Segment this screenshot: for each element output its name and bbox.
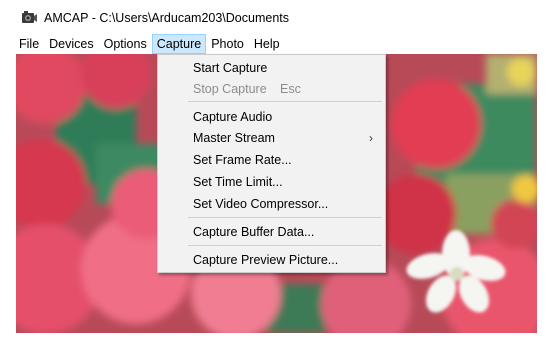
menu-options[interactable]: Options xyxy=(99,34,152,54)
chevron-right-icon: › xyxy=(369,131,373,145)
menu-item-start-capture[interactable]: Start Capture xyxy=(158,58,385,79)
menu-file[interactable]: File xyxy=(14,34,44,54)
menu-bar: File Devices Options Capture Photo Help xyxy=(14,34,285,54)
menu-help[interactable]: Help xyxy=(249,34,285,54)
menu-item-label: Set Video Compressor... xyxy=(193,197,329,211)
menu-item-label: Set Time Limit... xyxy=(193,175,283,189)
menu-item-set-frame-rate[interactable]: Set Frame Rate... xyxy=(158,150,385,171)
menu-item-capture-buffer-data[interactable]: Capture Buffer Data... xyxy=(158,222,385,243)
menu-item-label: Capture Preview Picture... xyxy=(193,253,339,267)
menu-item-capture-preview-picture[interactable]: Capture Preview Picture... xyxy=(158,250,385,271)
menu-item-label: Set Frame Rate... xyxy=(193,153,292,167)
menu-devices[interactable]: Devices xyxy=(44,34,98,54)
menu-separator xyxy=(188,217,382,218)
menu-item-set-video-compressor[interactable]: Set Video Compressor... xyxy=(158,194,385,215)
shortcut-label: Esc xyxy=(280,82,301,96)
window-title: AMCAP - C:\Users\Arducam203\Documents xyxy=(44,11,289,25)
menu-item-label: Start Capture xyxy=(193,61,268,75)
amcap-window: AMCAP - C:\Users\Arducam203\Documents Fi… xyxy=(0,0,550,342)
menu-item-label: Stop Capture xyxy=(193,82,267,96)
menu-item-set-time-limit[interactable]: Set Time Limit... xyxy=(158,172,385,193)
capture-dropdown-menu: Start Capture Stop Capture Esc Capture A… xyxy=(157,54,386,273)
menu-item-label: Capture Audio xyxy=(193,110,273,124)
menu-item-capture-audio[interactable]: Capture Audio xyxy=(158,107,385,128)
menu-item-label: Capture Buffer Data... xyxy=(193,225,315,239)
menu-photo[interactable]: Photo xyxy=(206,34,249,54)
menu-item-stop-capture[interactable]: Stop Capture Esc xyxy=(158,79,385,100)
camera-app-icon xyxy=(22,11,37,23)
title-bar: AMCAP - C:\Users\Arducam203\Documents xyxy=(0,0,550,34)
menu-capture[interactable]: Capture xyxy=(151,34,207,54)
menu-item-label: Master Stream xyxy=(193,131,275,145)
menu-separator xyxy=(188,245,382,246)
menu-item-master-stream[interactable]: Master Stream › xyxy=(158,128,385,149)
menu-separator xyxy=(188,101,382,102)
